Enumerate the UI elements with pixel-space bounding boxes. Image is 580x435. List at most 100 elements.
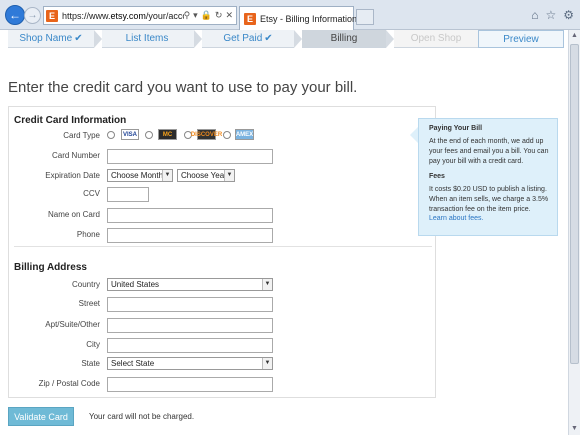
etsy-favicon-icon: E [46,9,58,22]
country-value: United States [111,280,160,289]
forward-arrow-icon[interactable]: → [24,7,41,24]
mastercard-radio[interactable] [145,131,153,139]
chevron-down-icon: ▼ [224,170,234,181]
info-box-pointer [410,127,418,143]
ccv-label: CCV [83,189,100,198]
amex-card-icon: AMEX [235,129,254,140]
dropdown-icon[interactable]: ▾ [193,10,198,21]
validate-card-button[interactable]: Validate Card [8,407,74,426]
zip-label: Zip / Postal Code [38,379,100,388]
lock-icon[interactable]: 🔒 [201,10,212,21]
scroll-up-icon[interactable]: ▲ [569,30,580,42]
country-label: Country [71,280,100,289]
year-value: Choose Year [181,171,227,180]
refresh-icon[interactable]: ↻ [215,10,223,21]
section-divider [14,246,432,247]
step-label: Billing [330,33,358,44]
billing-form: Credit Card Information Card Type VISA M… [8,106,436,398]
chevron-down-icon: ▼ [262,279,272,290]
expiration-month-select[interactable]: Choose Month ▼ [107,169,173,182]
state-label: State [81,359,100,368]
billing-address-section-title: Billing Address [14,262,87,273]
step-label: Get Paid [223,33,263,44]
credit-card-section-title: Credit Card Information [14,115,127,126]
apt-input[interactable] [107,318,273,333]
home-icon[interactable]: ⌂ [531,8,538,22]
chevron-down-icon: ▼ [262,358,272,369]
month-value: Choose Month [111,171,164,180]
amex-radio[interactable] [223,131,231,139]
search-icon[interactable]: ⚲ [184,10,191,21]
check-icon: ✔ [74,33,83,44]
paying-bill-text: At the end of each month, we add up your… [429,138,549,165]
stop-icon[interactable]: ✕ [225,10,233,21]
phone-input[interactable] [107,228,273,243]
visa-card-icon: VISA [121,129,139,140]
address-bar[interactable]: E https://www.etsy.com/your/account/bill… [43,6,237,25]
step-separator [386,30,394,48]
fees-text: It costs $0.20 USD to publish a listing.… [429,186,549,213]
card-type-label: Card Type [63,131,100,140]
step-open-shop: Open Shop [394,30,478,48]
step-label: Preview [503,33,539,45]
street-label: Street [78,299,100,308]
url-prefix: https://www. [62,10,111,21]
step-separator [294,30,302,48]
browser-toolbar: ← → E https://www.etsy.com/your/account/… [0,0,580,30]
country-select[interactable]: United States ▼ [107,278,273,291]
step-label: List Items [125,33,169,44]
step-get-paid[interactable]: Get Paid ✔ [202,30,294,48]
city-input[interactable] [107,338,273,353]
page-title: Enter the credit card you want to use to… [8,79,358,96]
step-label: Shop Name [19,33,73,44]
chevron-down-icon: ▼ [162,170,172,181]
street-input[interactable] [107,297,273,312]
progress-steps: Shop Name ✔ List Items Get Paid ✔ Billing … [8,30,564,48]
tab-title: Etsy - Billing Information [260,13,358,24]
fees-title: Fees [429,173,445,180]
step-separator [194,30,202,48]
browser-right-icons: ⌂ ☆ ⚙ [531,8,574,22]
phone-label: Phone [76,230,100,239]
zip-input[interactable] [107,377,273,392]
city-label: City [86,340,100,349]
url-path: /your/account/billing [145,10,184,21]
info-panel: Paying Your Bill At the end of each mont… [418,118,558,236]
browser-tab[interactable]: E Etsy - Billing Information ✕ [239,6,365,30]
step-list-items[interactable]: List Items [102,30,194,48]
expiration-date-label: Expiration Date [45,171,100,180]
back-arrow-icon[interactable]: ← [5,5,25,25]
mastercard-card-icon: MC [158,129,177,140]
not-charged-note: Your card will not be charged. [89,412,195,421]
settings-gear-icon[interactable]: ⚙ [563,8,574,22]
paying-bill-title: Paying Your Bill [429,125,483,132]
apt-label: Apt/Suite/Other [45,320,100,329]
vertical-scrollbar[interactable]: ▲ ▼ [568,30,580,435]
page-content: Shop Name ✔ List Items Get Paid ✔ Billing … [0,30,568,435]
tab-favicon-icon: E [244,12,256,25]
visa-radio[interactable] [107,131,115,139]
scroll-down-icon[interactable]: ▼ [569,423,580,435]
expiration-year-select[interactable]: Choose Year ▼ [177,169,235,182]
state-value: Select State [111,359,155,368]
card-number-input[interactable] [107,149,273,164]
url-text: https://www.etsy.com/your/account/billin… [62,11,184,21]
learn-about-fees-link[interactable]: Learn about fees. [429,215,549,222]
step-preview[interactable]: Preview [478,30,564,48]
check-icon: ✔ [264,33,273,44]
ccv-input[interactable] [107,187,149,202]
card-number-label: Card Number [51,151,100,160]
new-tab-button[interactable] [356,9,374,25]
step-label: Open Shop [410,33,462,44]
url-domain: etsy.com [110,10,146,21]
favorites-star-icon[interactable]: ☆ [545,8,556,22]
name-on-card-input[interactable] [107,208,273,223]
address-icons: ⚲ ▾ 🔒 ↻ ✕ [184,10,236,21]
state-select[interactable]: Select State ▼ [107,357,273,370]
discover-card-icon: DISCOVER [191,129,222,140]
step-billing[interactable]: Billing [302,30,386,48]
scroll-thumb[interactable] [570,44,579,364]
step-shop-name[interactable]: Shop Name ✔ [8,30,94,48]
step-separator [94,30,102,48]
name-on-card-label: Name on Card [47,210,100,219]
